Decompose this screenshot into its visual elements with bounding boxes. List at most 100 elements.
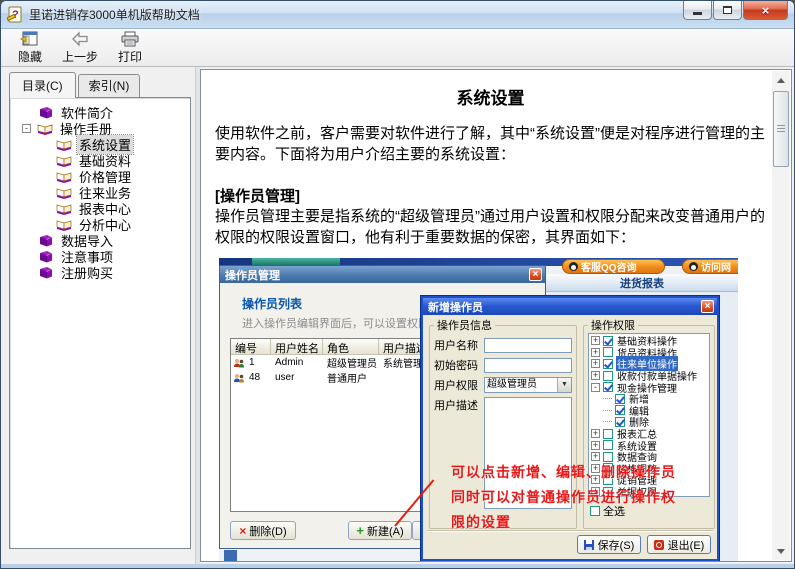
print-icon	[120, 31, 140, 47]
print-button[interactable]: 打印	[105, 30, 155, 66]
help-file-icon: ?	[7, 6, 24, 23]
window-corner-fragment	[224, 550, 237, 561]
col-header: 角色	[323, 339, 379, 354]
page-title: 系统设置	[215, 84, 766, 109]
sidebar-tabs: 目录(C) 索引(N)	[9, 74, 191, 97]
new-operator-button: +新建(A)	[348, 521, 412, 540]
exit-button: 退出(E)	[647, 535, 711, 554]
green-plus-icon: +	[356, 524, 364, 537]
tab-index[interactable]: 索引(N)	[78, 74, 141, 97]
tree-label: 注册购买	[59, 263, 115, 282]
checkbox	[603, 440, 613, 450]
field-label: 用户权限	[434, 377, 484, 393]
contents-tree: 软件简介 - 操作手册 系统设置 基础资料 价格管理	[9, 97, 191, 549]
dialog-titlebar: 新增操作员 ×	[423, 298, 717, 315]
checkbox	[603, 452, 613, 462]
section-paragraph: 操作员管理主要是指系统的“超级管理员”通过用户设置和权限分配来改变普通用户的权限…	[215, 206, 766, 248]
minimize-icon	[693, 12, 702, 15]
close-button[interactable]: ×	[743, 1, 788, 20]
operator-list-title: 操作员列表	[242, 295, 302, 312]
checkbox-checked	[615, 394, 625, 404]
exit-icon	[654, 540, 664, 550]
book-open-icon	[56, 202, 72, 215]
tree-connector	[603, 398, 612, 399]
hide-icon	[20, 31, 40, 47]
checkbox-checked	[615, 405, 625, 415]
scroll-down-button[interactable]	[773, 543, 789, 559]
back-arrow-icon	[70, 31, 90, 47]
hide-button[interactable]: 隐藏	[5, 30, 55, 66]
book-closed-icon	[38, 266, 54, 279]
book-closed-icon	[38, 234, 54, 247]
print-label: 打印	[118, 48, 142, 65]
qq-penguin-icon	[689, 262, 698, 271]
book-open-icon	[56, 218, 72, 231]
save-button: 保存(S)	[577, 535, 641, 554]
password-input	[484, 358, 572, 373]
main-area: 目录(C) 索引(N) 软件简介 - 操作手册 系统设置	[1, 67, 794, 564]
username-input	[484, 338, 572, 353]
arrow-down-icon	[777, 549, 785, 554]
operator-window-titlebar: 操作员管理 ×	[220, 266, 545, 283]
hide-label: 隐藏	[18, 48, 42, 65]
checkbox-checked	[603, 359, 613, 369]
role-combobox: 超级管理员▼	[484, 377, 572, 393]
section-header: [操作员管理]	[215, 185, 766, 206]
col-header: 编号	[231, 339, 271, 354]
tab-contents[interactable]: 目录(C)	[9, 72, 76, 98]
users-icon	[233, 358, 245, 368]
minimize-button[interactable]	[683, 1, 712, 20]
app-toolbar-fragment	[252, 258, 340, 265]
book-open-icon	[56, 186, 72, 199]
vertical-scrollbar[interactable]	[772, 71, 790, 560]
delete-operator-button: ×删除(D)	[230, 521, 296, 540]
book-open-icon	[56, 138, 72, 151]
checkbox	[603, 371, 613, 381]
tree-item-register[interactable]: 注册购买	[12, 264, 188, 280]
col-header: 用户姓名	[271, 339, 323, 354]
collapse-icon[interactable]: -	[22, 124, 31, 133]
sidebar: 目录(C) 索引(N) 软件简介 - 操作手册 系统设置	[1, 67, 195, 564]
close-icon: ×	[529, 268, 542, 281]
annotation-line2: 同时可以对普通操作员进行操作权	[451, 487, 676, 507]
scroll-up-button[interactable]	[773, 72, 789, 88]
scrollbar-thumb[interactable]	[773, 91, 789, 167]
operator-list-hint: 进入操作员编辑界面后，可以设置权限	[242, 315, 429, 331]
annotation-line3: 限的设置	[451, 512, 511, 532]
checkbox-checked	[603, 382, 613, 392]
content-pane: 系统设置 使用软件之前，客户需要对软件进行了解，其中“系统设置”便是对程序进行管…	[200, 69, 792, 562]
toolbar: 隐藏 上一步 打印	[1, 29, 794, 67]
floppy-icon	[584, 540, 594, 550]
thumb-grip	[777, 125, 785, 126]
qq-penguin-icon	[569, 262, 578, 271]
maximize-icon	[723, 6, 732, 14]
checkbox	[603, 347, 613, 357]
close-icon: ×	[701, 300, 714, 313]
maximize-button[interactable]	[713, 1, 742, 20]
book-closed-icon	[38, 106, 54, 119]
checkbox-checked	[615, 417, 625, 427]
checkbox-checked	[603, 336, 613, 346]
tree-connector	[603, 410, 612, 411]
book-closed-icon	[38, 250, 54, 263]
field-label: 初始密码	[434, 357, 484, 373]
back-button[interactable]: 上一步	[55, 30, 105, 66]
chevron-down-icon: ▼	[557, 378, 571, 392]
intro-paragraph: 使用软件之前，客户需要对软件进行了解，其中“系统设置”便是对程序进行管理的主要内…	[215, 123, 766, 165]
field-label: 用户名称	[434, 337, 484, 353]
help-window: ? 里诺进销存3000单机版帮助文档 × 隐藏 上一步	[0, 0, 795, 569]
visit-site-button: 访问网	[682, 259, 738, 274]
purchase-report-tab: 进货报表	[546, 274, 738, 292]
field-label: 用户描述	[434, 397, 484, 413]
book-open-icon	[56, 154, 72, 167]
help-topic: 系统设置 使用软件之前，客户需要对软件进行了解，其中“系统设置”便是对程序进行管…	[201, 70, 772, 561]
checkbox	[603, 429, 613, 439]
annotation-line1: 可以点击新增、编辑、删除操作员	[451, 462, 676, 482]
window-title: 里诺进销存3000单机版帮助文档	[29, 6, 200, 23]
book-open-icon	[37, 122, 53, 135]
checkbox	[590, 506, 600, 516]
back-label: 上一步	[62, 48, 98, 65]
qq-service-button: 客服QQ咨询	[562, 259, 665, 274]
close-icon: ×	[762, 4, 770, 17]
users-icon	[233, 373, 245, 383]
